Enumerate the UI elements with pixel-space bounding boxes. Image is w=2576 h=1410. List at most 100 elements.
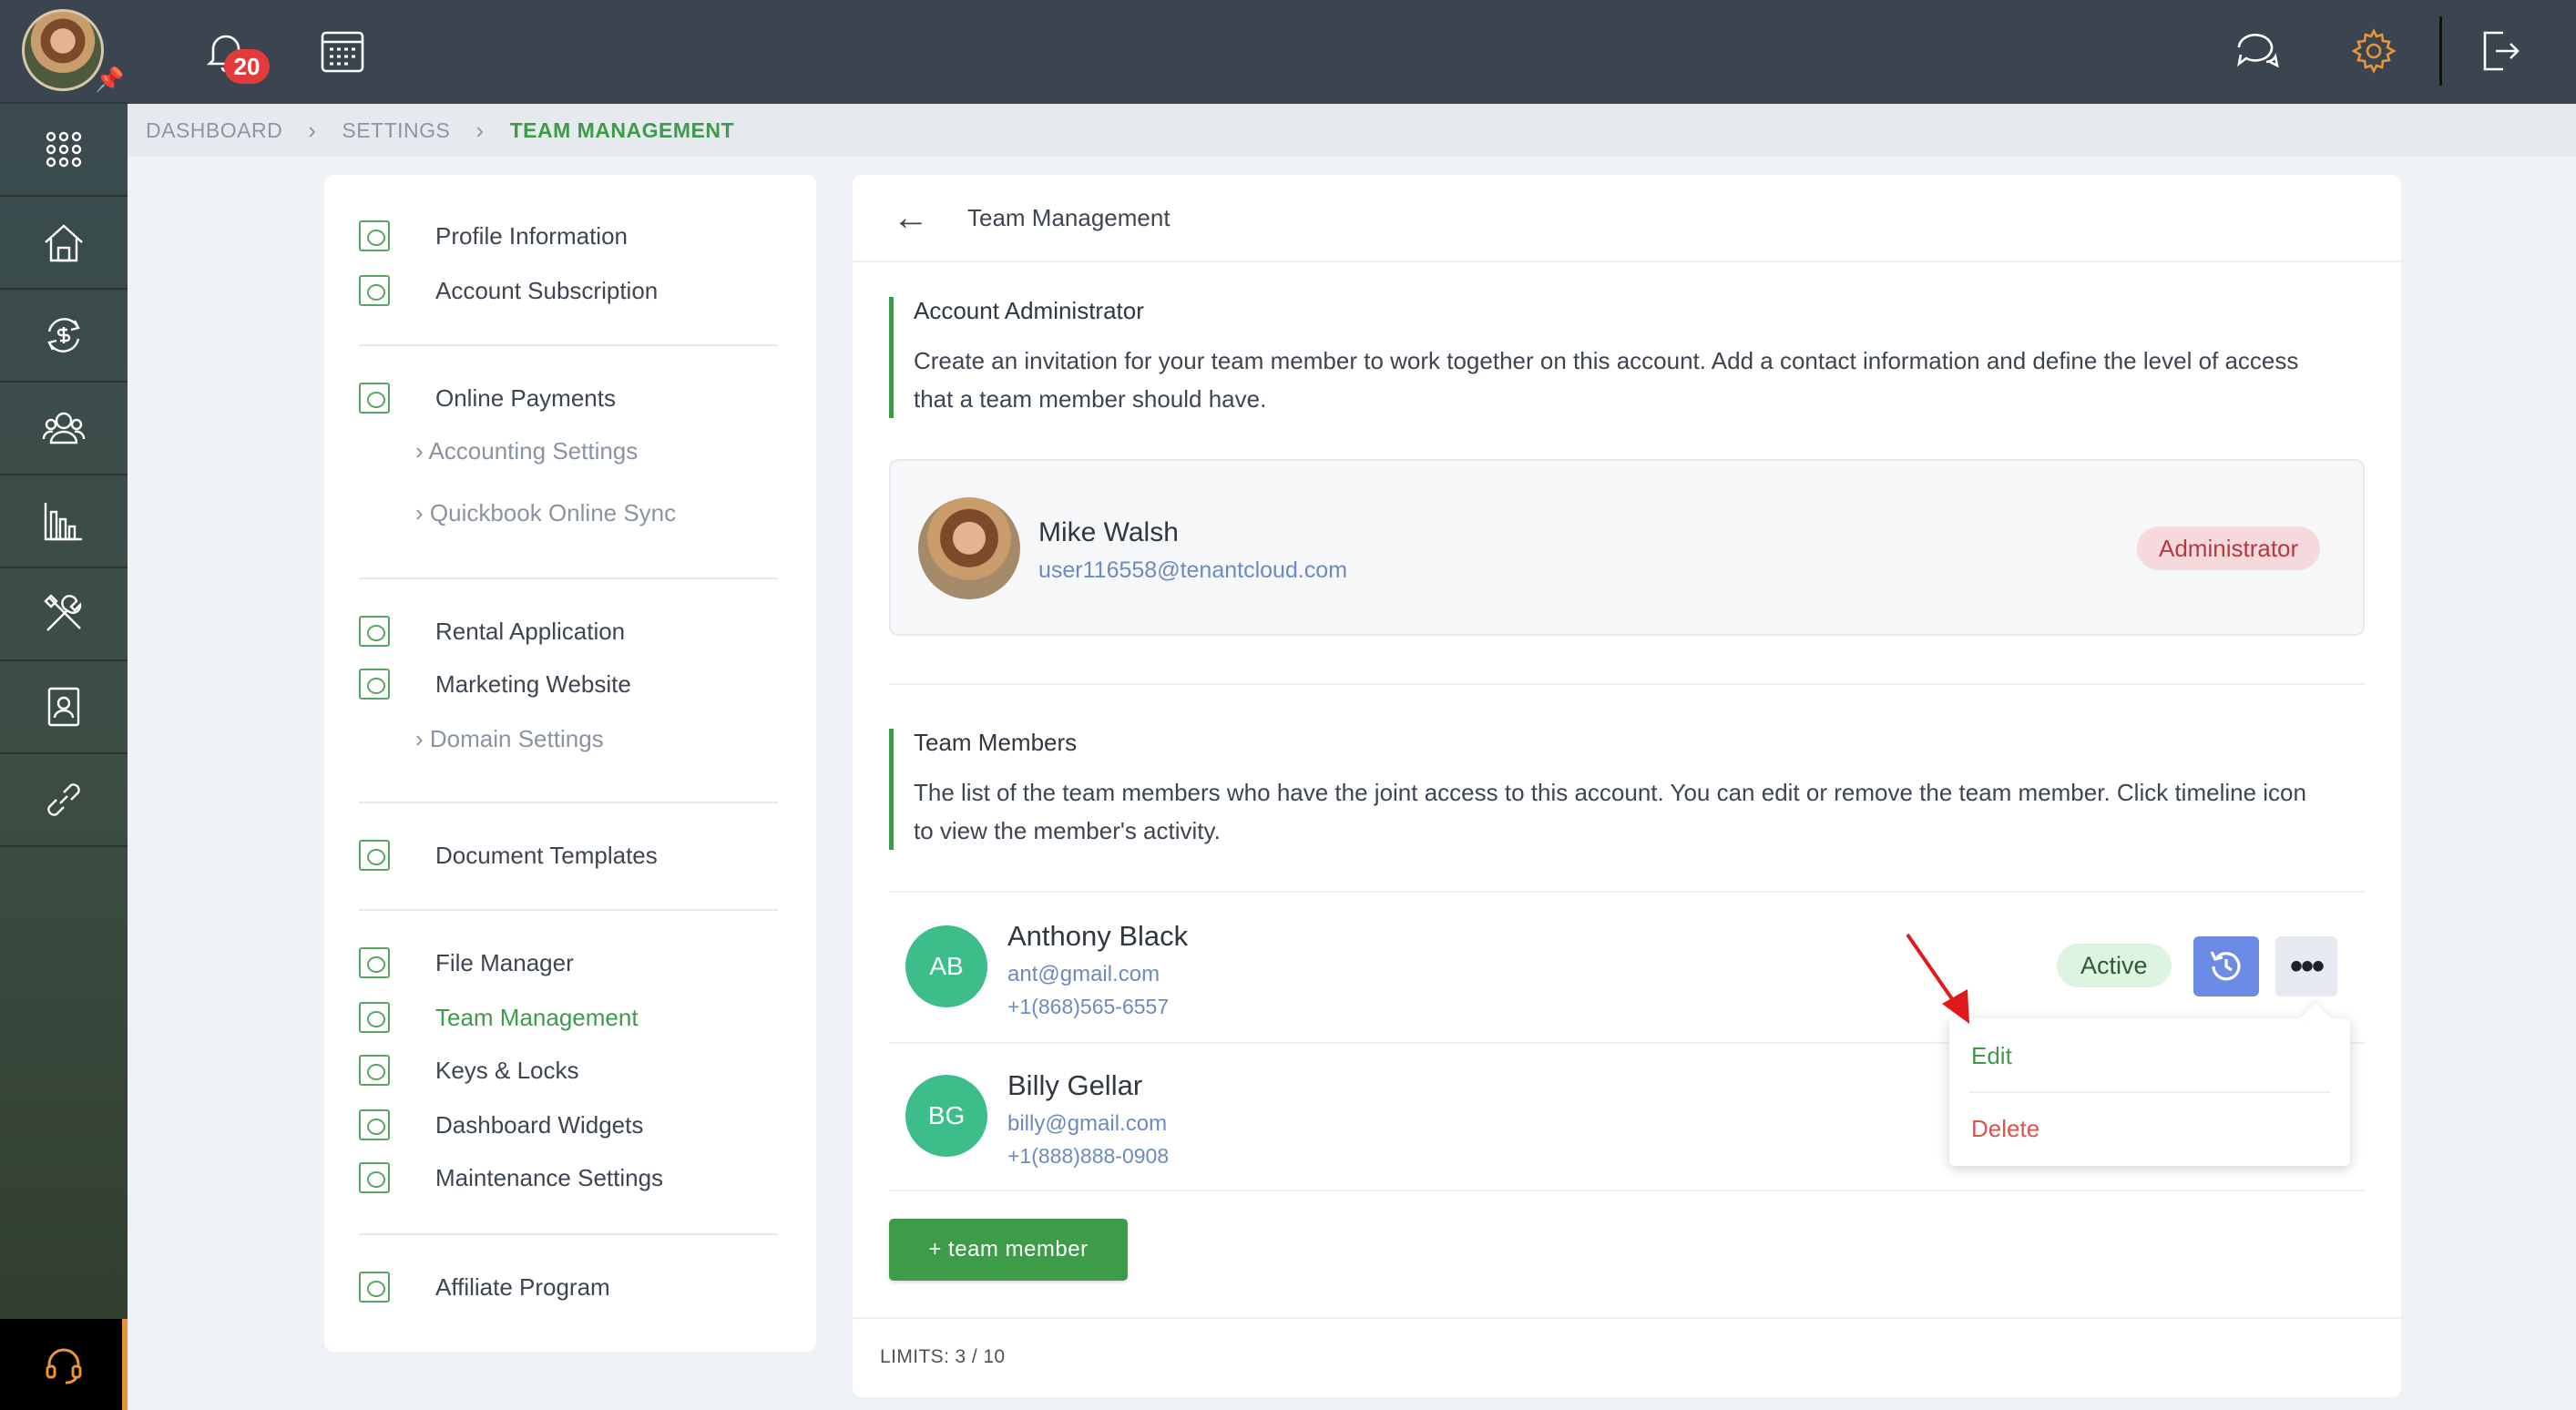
gear-icon [2351,28,2397,74]
footer-divider [853,1317,2401,1319]
admin-section-heading: Account Administrator [914,297,1144,324]
chevron-right-icon: › [475,116,485,144]
menu-quickbook-online-sync[interactable]: › Quickbook Online Sync [415,499,676,527]
menu-dashboard-widgets[interactable]: Dashboard Widgets [359,1109,643,1140]
menu-divider [359,802,778,803]
team-icon [359,1002,390,1033]
menu-account-subscription[interactable]: Account Subscription [359,275,658,306]
active-indicator [122,1319,128,1410]
top-bar: 20 [128,0,2576,104]
menu-domain-settings[interactable]: › Domain Settings [415,725,604,753]
rental-application-icon [359,616,390,647]
member-initials-avatar: BG [905,1075,987,1157]
grid-dots-icon [46,131,82,168]
nav-documents[interactable] [0,661,128,754]
menu-affiliate-program[interactable]: Affiliate Program [359,1272,610,1303]
chat-bubbles-icon [2237,34,2279,68]
menu-online-payments[interactable]: Online Payments [359,383,616,414]
edit-menu-item[interactable]: Edit [1971,1042,2012,1070]
members-section: Team Members The list of the team member… [889,729,2310,850]
limits-text: LIMITS: 3 / 10 [880,1346,1006,1367]
menu-divider [359,577,778,579]
chevron-right-icon: › [308,116,317,144]
breadcrumb-team-management: TEAM MANAGEMENT [509,118,734,142]
settings-button[interactable] [2345,22,2403,80]
team-management-panel: ← Team Management Account Administrator … [853,175,2401,1397]
nav-reports[interactable] [0,475,128,568]
headset-icon [46,1348,82,1384]
member-phone[interactable]: +1(888)888-0908 [1007,1144,1169,1169]
breadcrumb-dashboard[interactable]: DASHBOARD [146,118,282,143]
document-user-icon [47,687,80,727]
notifications-badge: 20 [224,49,270,84]
timeline-button[interactable] [2193,936,2259,996]
calendar-button[interactable] [313,22,372,80]
admin-email[interactable]: user116558@tenantcloud.com [1038,557,1347,584]
member-name: Anthony Black [1007,920,1189,952]
member-actions-dropdown: Edit Delete [1949,1003,2350,1166]
menu-marketing-website[interactable]: Marketing Website [359,669,631,700]
panel-header: ← Team Management [853,175,2401,262]
menu-profile-information[interactable]: Profile Information [359,220,628,251]
member-email[interactable]: ant@gmail.com [1007,962,1160,987]
row-divider [889,1190,2365,1191]
add-team-member-button[interactable]: + team member [889,1219,1128,1281]
key-icon [359,1055,390,1086]
menu-divider [359,344,778,346]
menu-maintenance-settings[interactable]: Maintenance Settings [359,1162,663,1193]
settings-menu: Profile Information Account Subscription… [324,175,816,1352]
affiliate-icon [359,1272,390,1303]
logout-icon [2483,31,2520,71]
breadcrumb-settings[interactable]: SETTINGS [342,118,450,143]
menu-divider [359,909,778,911]
member-phone[interactable]: +1(868)565-6557 [1007,995,1169,1019]
nav-payments[interactable] [0,290,128,383]
menu-accounting-settings[interactable]: › Accounting Settings [415,437,638,465]
nav-people[interactable] [0,383,128,475]
link-icon [47,783,80,816]
nav-maintenance[interactable] [0,568,128,661]
admin-section: Account Administrator Create an invitati… [889,297,2310,418]
pin-icon[interactable]: 📌 [95,66,124,94]
role-badge: Administrator [2137,526,2321,570]
more-options-button[interactable]: ••• [2275,936,2337,996]
status-badge: Active [2057,944,2172,987]
admin-card: Mike Walsh user116558@tenantcloud.com Ad… [889,459,2365,636]
ellipsis-icon: ••• [2289,945,2325,986]
house-icon [45,224,83,262]
nav-integrations[interactable] [0,754,128,847]
bar-chart-icon [44,503,82,541]
calendar-icon [321,31,364,73]
avatar[interactable] [22,9,104,91]
menu-document-templates[interactable]: Document Templates [359,840,658,871]
admin-avatar [918,497,1020,599]
topbar-divider [2439,16,2442,86]
nav-properties[interactable] [0,197,128,290]
nav-apps[interactable] [0,104,128,197]
document-icon [359,840,390,871]
members-section-description: The list of the team members who have th… [914,779,2306,844]
image-icon [359,669,390,700]
dropdown-divider [1969,1091,2330,1093]
payments-icon [359,383,390,414]
delete-menu-item[interactable]: Delete [1971,1115,2039,1143]
menu-divider [359,1233,778,1235]
messages-button[interactable] [2228,22,2286,80]
folder-icon [359,947,390,978]
admin-section-description: Create an invitation for your team membe… [914,347,2299,413]
menu-keys-locks[interactable]: Keys & Locks [359,1055,579,1086]
member-email[interactable]: billy@gmail.com [1007,1111,1167,1137]
history-icon [2210,951,2241,981]
members-section-heading: Team Members [914,729,1078,756]
menu-rental-application[interactable]: Rental Application [359,616,625,647]
member-initials-avatar: AB [905,925,987,1007]
gear-icon [359,1162,390,1193]
menu-file-manager[interactable]: File Manager [359,947,574,978]
user-avatar-area: 📌 [0,0,128,104]
menu-team-management[interactable]: Team Management [359,1002,639,1033]
logout-button[interactable] [2470,22,2529,80]
arrow-left-icon[interactable]: ← [893,198,929,239]
admin-name: Mike Walsh [1038,517,1179,547]
support-button[interactable] [0,1319,128,1410]
page-title: Team Management [967,203,1170,231]
